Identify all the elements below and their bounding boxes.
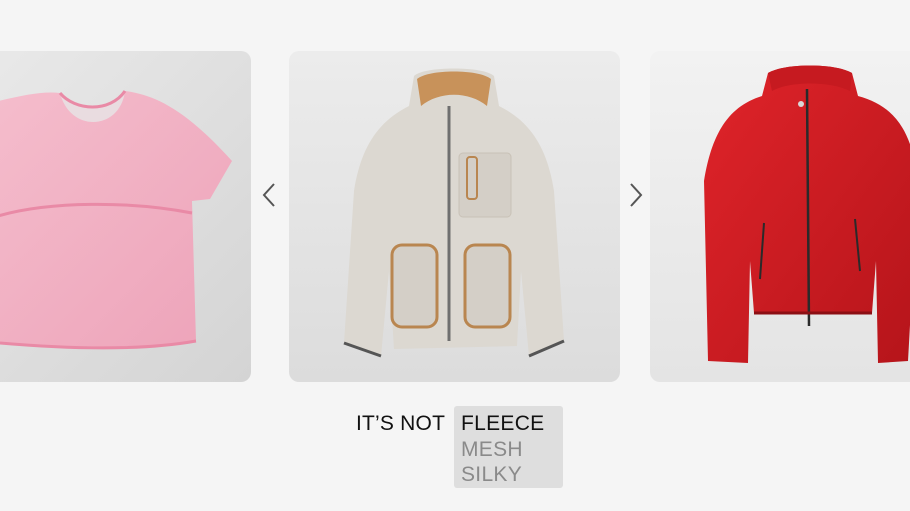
previous-button[interactable] <box>259 180 279 210</box>
word-option-fleece[interactable]: FLEECE <box>461 412 545 436</box>
fleece-jacket-image <box>343 68 565 358</box>
product-carousel-screen: IT’S NOT FLEECE MESH SILKY <box>0 0 910 511</box>
carousel-card-fleece-jacket[interactable] <box>289 51 620 382</box>
chevron-left-icon <box>262 183 275 207</box>
caption-area: IT’S NOT FLEECE MESH SILKY <box>0 406 910 496</box>
word-option-mesh[interactable]: MESH <box>461 438 523 462</box>
carousel-card-pink-mesh-shirt[interactable] <box>0 51 251 382</box>
carousel-card-leather-jacket[interactable] <box>650 51 910 382</box>
leather-jacket-image <box>704 65 910 363</box>
word-picker[interactable]: FLEECE MESH SILKY <box>454 406 563 488</box>
next-button[interactable] <box>626 180 646 210</box>
chevron-right-icon <box>630 183 643 207</box>
pink-mesh-shirt-image <box>0 90 232 350</box>
caption-prefix: IT’S NOT <box>356 412 446 435</box>
word-option-silky[interactable]: SILKY <box>461 463 522 487</box>
